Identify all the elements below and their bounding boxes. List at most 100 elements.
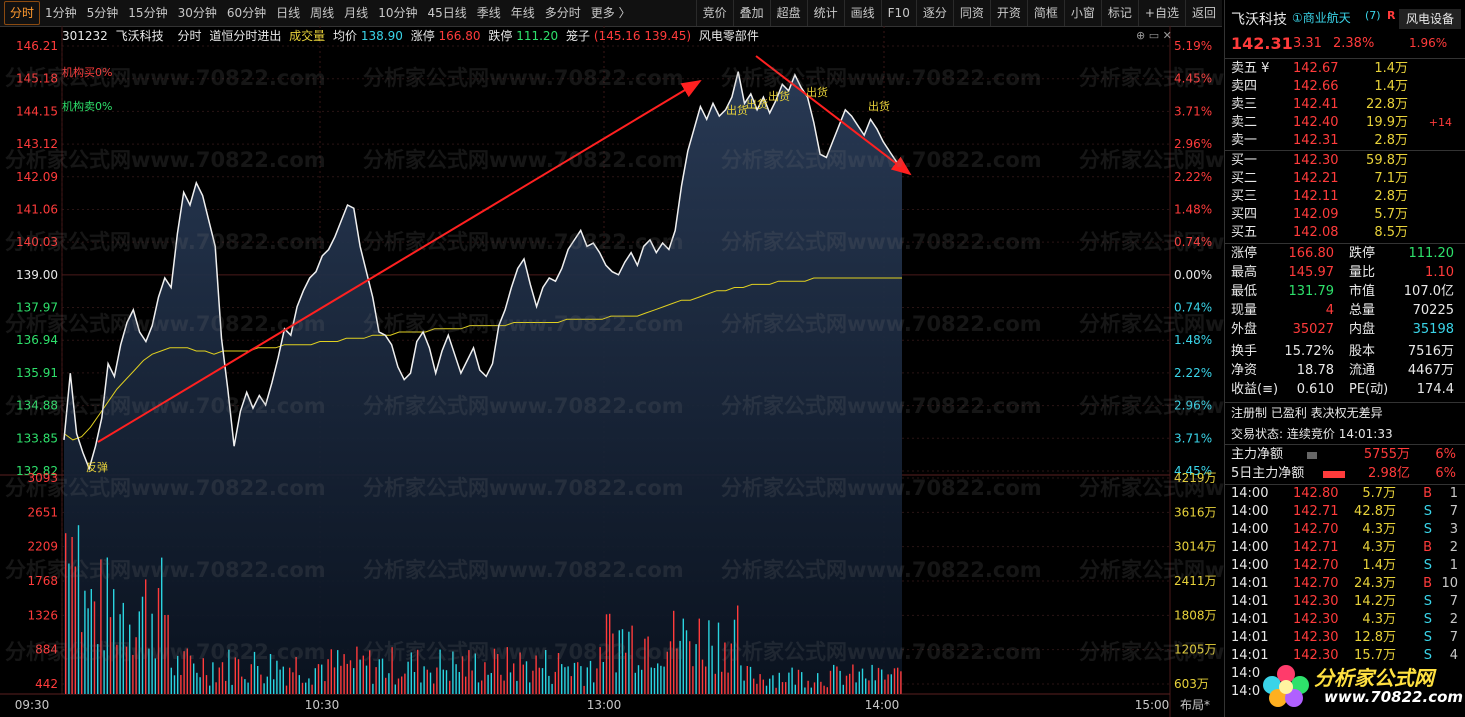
- period-tab-8[interactable]: 月线: [339, 2, 373, 24]
- volume-bar: [605, 614, 608, 694]
- tool-button-5[interactable]: F10: [880, 0, 916, 26]
- quote-sector-button[interactable]: 风电设备: [1399, 9, 1461, 29]
- ask-row: 卖三 142.41 22.8万: [1225, 96, 1465, 114]
- volume-bar: [148, 648, 150, 694]
- time-tick-label: 09:30: [15, 698, 50, 712]
- period-tab-0[interactable]: 分时: [4, 1, 41, 25]
- volume-bar: [180, 675, 182, 694]
- volume-bar: [410, 652, 412, 694]
- tool-button-0[interactable]: 竞价: [695, 0, 733, 26]
- volume-bar: [413, 672, 416, 694]
- volume-bar: [743, 680, 745, 694]
- price-tick-label: 140.03: [16, 235, 58, 249]
- period-tab-2[interactable]: 5分钟: [82, 2, 124, 24]
- volume-bar: [516, 680, 518, 694]
- volume-bar: [586, 667, 588, 694]
- volume-bar: [228, 649, 230, 694]
- tool-button-4[interactable]: 画线: [843, 0, 881, 26]
- logo-url: www.70822.com: [1324, 688, 1464, 706]
- volume-bar: [177, 655, 179, 694]
- tool-button-2[interactable]: 超盘: [769, 0, 807, 26]
- volume-bar: [103, 650, 105, 694]
- volume-bar: [167, 614, 169, 694]
- volume-bar: [269, 654, 272, 694]
- volume-bar: [481, 680, 483, 694]
- period-tab-4[interactable]: 30分钟: [173, 2, 222, 24]
- price-area: [64, 71, 902, 694]
- volume-bar: [692, 666, 694, 694]
- tool-button-1[interactable]: 叠加: [732, 0, 770, 26]
- volume-bar: [292, 672, 294, 694]
- volume-bar: [241, 676, 243, 694]
- volume-bar: [893, 668, 896, 694]
- period-tab-1[interactable]: 1分钟: [40, 2, 82, 24]
- volume-bar: [833, 664, 835, 694]
- stat-label: 跌停: [1349, 246, 1376, 261]
- ask-volume: 2.8万: [1374, 133, 1408, 148]
- volume-bar: [237, 659, 240, 694]
- period-tab-7[interactable]: 周线: [305, 2, 339, 24]
- quote-concept-tag[interactable]: ①商业航天: [1292, 9, 1351, 26]
- volume-bar: [807, 680, 809, 694]
- volume-bar: [749, 666, 752, 694]
- trade-status: 交易状态: 连续竞价 14:01:33: [1231, 425, 1393, 442]
- period-tab-3[interactable]: 15分钟: [123, 2, 172, 24]
- period-tab-9[interactable]: 10分钟: [373, 2, 422, 24]
- volume-bar: [839, 670, 841, 694]
- pct-tick-label: 0.74%: [1174, 301, 1212, 315]
- bid-volume: 8.5万: [1374, 225, 1408, 240]
- tool-button-7[interactable]: 同资: [952, 0, 990, 26]
- intraday-chart[interactable]: 146.21 145.18 144.15 143.12 142.09 141.06 140.…: [0, 26, 1222, 717]
- tick-row: 14:00 142.70 4.3万 S 3: [1225, 521, 1465, 539]
- volume-bar: [634, 672, 636, 694]
- volume-bar: [417, 649, 419, 694]
- period-tab-13[interactable]: 多分时: [540, 2, 586, 24]
- tool-button-6[interactable]: 逐分: [915, 0, 953, 26]
- volume-bar: [564, 667, 566, 694]
- tick-time: 14:0: [1231, 684, 1261, 699]
- tool-button-10[interactable]: 小窗: [1063, 0, 1101, 26]
- period-tab-6[interactable]: 日线: [271, 2, 305, 24]
- tick-time: 14:00: [1231, 558, 1269, 573]
- chart-settings-icon[interactable]: ⊕ ▭ ✕: [1136, 29, 1172, 42]
- period-tab-5[interactable]: 60分钟: [222, 2, 271, 24]
- period-tab-10[interactable]: 45日线: [422, 2, 471, 24]
- quote-r-flag: R: [1387, 9, 1396, 22]
- ask-price: 142.66: [1293, 79, 1339, 94]
- tick-time: 14:0: [1231, 666, 1261, 681]
- tool-button-11[interactable]: 标记: [1100, 0, 1138, 26]
- tool-button-12[interactable]: +自选: [1137, 0, 1185, 26]
- volume-bar: [721, 671, 723, 694]
- tool-button-8[interactable]: 开资: [989, 0, 1027, 26]
- stat-value: 35198: [1412, 322, 1454, 337]
- trade-status-label: 交易状态:: [1231, 427, 1284, 441]
- volume-bar: [647, 636, 649, 694]
- volume-bar: [231, 684, 233, 694]
- volume-bar: [253, 651, 256, 694]
- tool-button-9[interactable]: 简框: [1026, 0, 1064, 26]
- volume-amount-label: 2411万: [1174, 574, 1217, 588]
- volume-bar: [503, 680, 505, 694]
- volume-bar: [305, 682, 307, 694]
- period-tab-12[interactable]: 年线: [506, 2, 540, 24]
- stat-label: 内盘: [1349, 322, 1376, 337]
- volume-bar: [548, 675, 550, 694]
- stat-label: 换手: [1231, 344, 1258, 359]
- volume-bar: [359, 659, 361, 694]
- tool-button-13[interactable]: 返回: [1184, 0, 1222, 26]
- volume-bar: [877, 667, 880, 694]
- tool-button-3[interactable]: 统计: [806, 0, 844, 26]
- volume-tick-label: 884: [35, 643, 58, 657]
- volume-bar: [506, 647, 508, 694]
- tick-time: 14:00: [1231, 522, 1269, 537]
- volume-bar: [788, 672, 790, 694]
- volume-bar: [404, 673, 406, 694]
- quote-stock-name[interactable]: 飞沃科技: [1231, 9, 1287, 29]
- period-tab-11[interactable]: 季线: [472, 2, 506, 24]
- layout-button[interactable]: 布局*: [1180, 698, 1210, 712]
- volume-bar: [801, 672, 803, 694]
- volume-bar: [609, 613, 611, 694]
- period-tab-14[interactable]: 更多 〉: [586, 2, 636, 24]
- volume-bar: [266, 676, 268, 694]
- stat-label: 量比: [1349, 265, 1376, 280]
